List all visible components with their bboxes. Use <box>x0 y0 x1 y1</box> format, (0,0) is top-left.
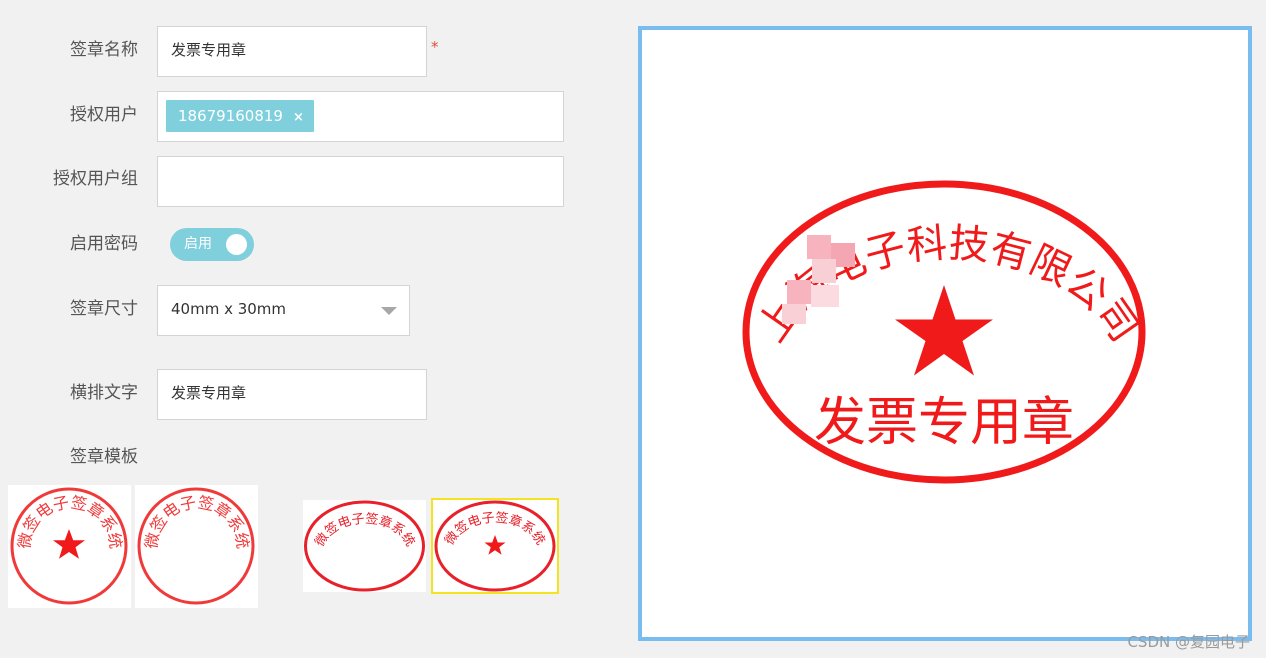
horizontal-text-input[interactable]: 发票专用章 <box>157 369 427 420</box>
templates-label: 签章模板 <box>70 447 138 467</box>
password-toggle[interactable]: 启用 <box>170 228 254 261</box>
required-mark: * <box>431 38 439 56</box>
template-2-arc-text: 微签电子签章系统 <box>141 493 252 550</box>
tag-remove-icon[interactable]: × <box>293 110 304 125</box>
template-3[interactable]: 微签电子签章系统 <box>303 500 426 592</box>
chevron-down-icon <box>381 307 397 315</box>
template-3-seal: 微签电子签章系统 <box>304 500 425 592</box>
star-icon <box>484 535 506 555</box>
size-label: 签章尺寸 <box>70 299 138 319</box>
preview-center-text: 发票专用章 <box>814 393 1074 453</box>
preview-seal: 上海电子科技有限公司 发票专用章 <box>742 180 1147 484</box>
template-4-seal: 微签电子签章系统 <box>434 500 556 592</box>
toggle-knob <box>226 234 247 255</box>
size-select[interactable]: 40mm x 30mm <box>157 285 410 336</box>
size-selected: 40mm x 30mm <box>171 300 287 318</box>
template-2[interactable]: 微签电子签章系统 <box>135 485 258 608</box>
watermark: CSDN @复园电子 <box>1127 633 1250 651</box>
user-tag-text: 18679160819 <box>178 107 283 125</box>
auth-group-label: 授权用户组 <box>53 169 138 189</box>
horizontal-text-label: 横排文字 <box>70 383 138 403</box>
template-1[interactable]: 微签电子签章系统 <box>8 485 131 608</box>
template-3-arc-text: 微签电子签章系统 <box>313 511 418 550</box>
template-2-seal: 微签电子签章系统 <box>137 487 255 605</box>
template-4[interactable]: 微签电子签章系统 <box>431 498 559 594</box>
template-1-seal: 微签电子签章系统 <box>10 487 128 605</box>
star-icon <box>895 285 993 376</box>
toggle-text: 启用 <box>184 236 212 252</box>
seal-name-input[interactable]: 发票专用章 <box>157 26 427 77</box>
seal-name-label: 签章名称 <box>70 40 138 60</box>
user-tag: 18679160819 × <box>166 100 314 132</box>
auth-user-input[interactable]: 18679160819 × <box>157 91 564 142</box>
auth-group-input[interactable] <box>157 156 564 207</box>
auth-user-label: 授权用户 <box>70 105 138 125</box>
star-icon <box>53 529 85 559</box>
password-label: 启用密码 <box>70 234 138 254</box>
seal-preview: 上海电子科技有限公司 发票专用章 <box>638 26 1252 641</box>
